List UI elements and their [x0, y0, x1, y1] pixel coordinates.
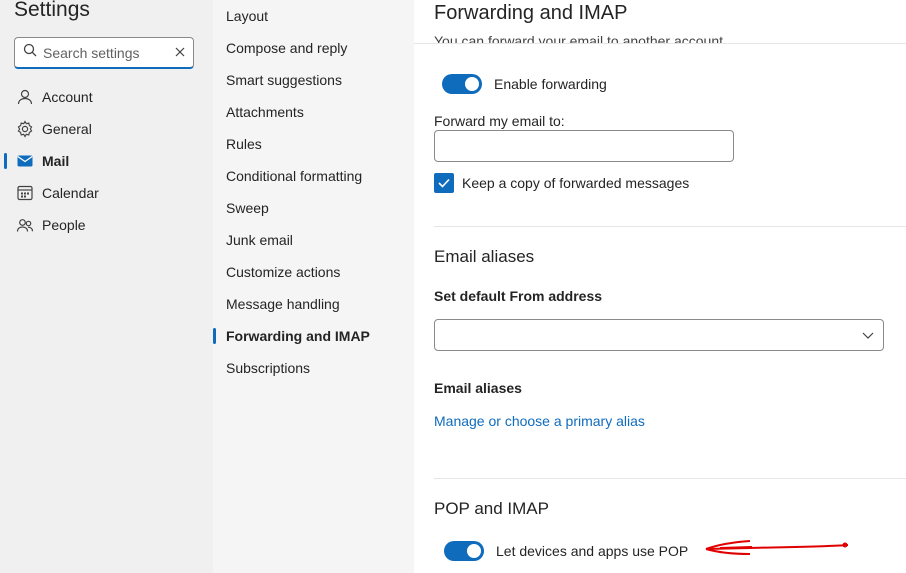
gear-icon — [15, 119, 35, 139]
category-attachments[interactable]: Attachments — [213, 96, 414, 128]
settings-sidebar: Settings Account General Mail — [0, 0, 213, 573]
category-message-handling[interactable]: Message handling — [213, 288, 414, 320]
people-icon — [15, 215, 35, 235]
default-from-label: Set default From address — [434, 288, 603, 304]
page-title: Forwarding and IMAP — [434, 2, 628, 24]
nav-item-label: Account — [42, 89, 93, 105]
forward-to-label: Forward my email to: — [434, 113, 565, 129]
settings-detail-panel: You can forward your email to another ac… — [414, 0, 906, 573]
person-icon — [15, 87, 35, 107]
nav-item-label: Mail — [42, 153, 70, 169]
settings-nav: Account General Mail Calendar People — [0, 81, 213, 241]
nav-item-account[interactable]: Account — [0, 81, 213, 113]
calendar-icon — [15, 183, 35, 203]
nav-item-general[interactable]: General — [0, 113, 213, 145]
category-compose-and-reply[interactable]: Compose and reply — [213, 32, 414, 64]
enable-forwarding-row: Enable forwarding — [442, 74, 607, 94]
search-icon — [23, 43, 37, 62]
manage-alias-link[interactable]: Manage or choose a primary alias — [434, 413, 645, 429]
default-from-dropdown[interactable] — [434, 319, 884, 351]
forwarding-intro-text: You can forward your email to another ac… — [434, 33, 727, 43]
category-junk-email[interactable]: Junk email — [213, 224, 414, 256]
divider — [434, 226, 906, 227]
pop-imap-heading: POP and IMAP — [434, 499, 549, 518]
pop-toggle-row: Let devices and apps use POP — [444, 541, 688, 561]
pop-toggle-label: Let devices and apps use POP — [496, 543, 689, 559]
email-aliases-label: Email aliases — [434, 380, 522, 396]
red-arrow-annotation — [705, 540, 849, 555]
checkmark-icon — [438, 178, 450, 188]
divider — [434, 478, 906, 479]
category-sweep[interactable]: Sweep — [213, 192, 414, 224]
nav-item-people[interactable]: People — [0, 209, 213, 241]
keep-copy-row: Keep a copy of forwarded messages — [434, 173, 689, 193]
nav-item-calendar[interactable]: Calendar — [0, 177, 213, 209]
category-forwarding-and-imap[interactable]: Forwarding and IMAP — [213, 320, 414, 352]
enable-forwarding-label: Enable forwarding — [494, 76, 607, 92]
forward-to-input[interactable] — [434, 130, 734, 162]
mail-settings-categories: Layout Compose and reply Smart suggestio… — [213, 0, 414, 573]
category-subscriptions[interactable]: Subscriptions — [213, 352, 414, 384]
nav-item-label: People — [42, 217, 86, 233]
clear-search-icon[interactable] — [175, 44, 185, 62]
category-conditional-formatting[interactable]: Conditional formatting — [213, 160, 414, 192]
keep-copy-checkbox[interactable] — [434, 173, 454, 193]
keep-copy-label: Keep a copy of forwarded messages — [462, 175, 690, 191]
divider — [414, 43, 906, 44]
nav-item-label: General — [42, 121, 92, 137]
email-aliases-heading: Email aliases — [434, 247, 535, 266]
chevron-down-icon — [861, 328, 875, 347]
category-smart-suggestions[interactable]: Smart suggestions — [213, 64, 414, 96]
mail-icon — [15, 151, 35, 171]
pop-toggle[interactable] — [444, 541, 484, 561]
enable-forwarding-toggle[interactable] — [442, 74, 482, 94]
search-box[interactable] — [14, 37, 194, 69]
category-layout[interactable]: Layout — [213, 0, 414, 32]
search-input[interactable] — [43, 44, 175, 61]
nav-item-mail[interactable]: Mail — [0, 145, 213, 177]
category-customize-actions[interactable]: Customize actions — [213, 256, 414, 288]
nav-item-label: Calendar — [42, 185, 99, 201]
category-rules[interactable]: Rules — [213, 128, 414, 160]
settings-title: Settings — [14, 0, 90, 21]
